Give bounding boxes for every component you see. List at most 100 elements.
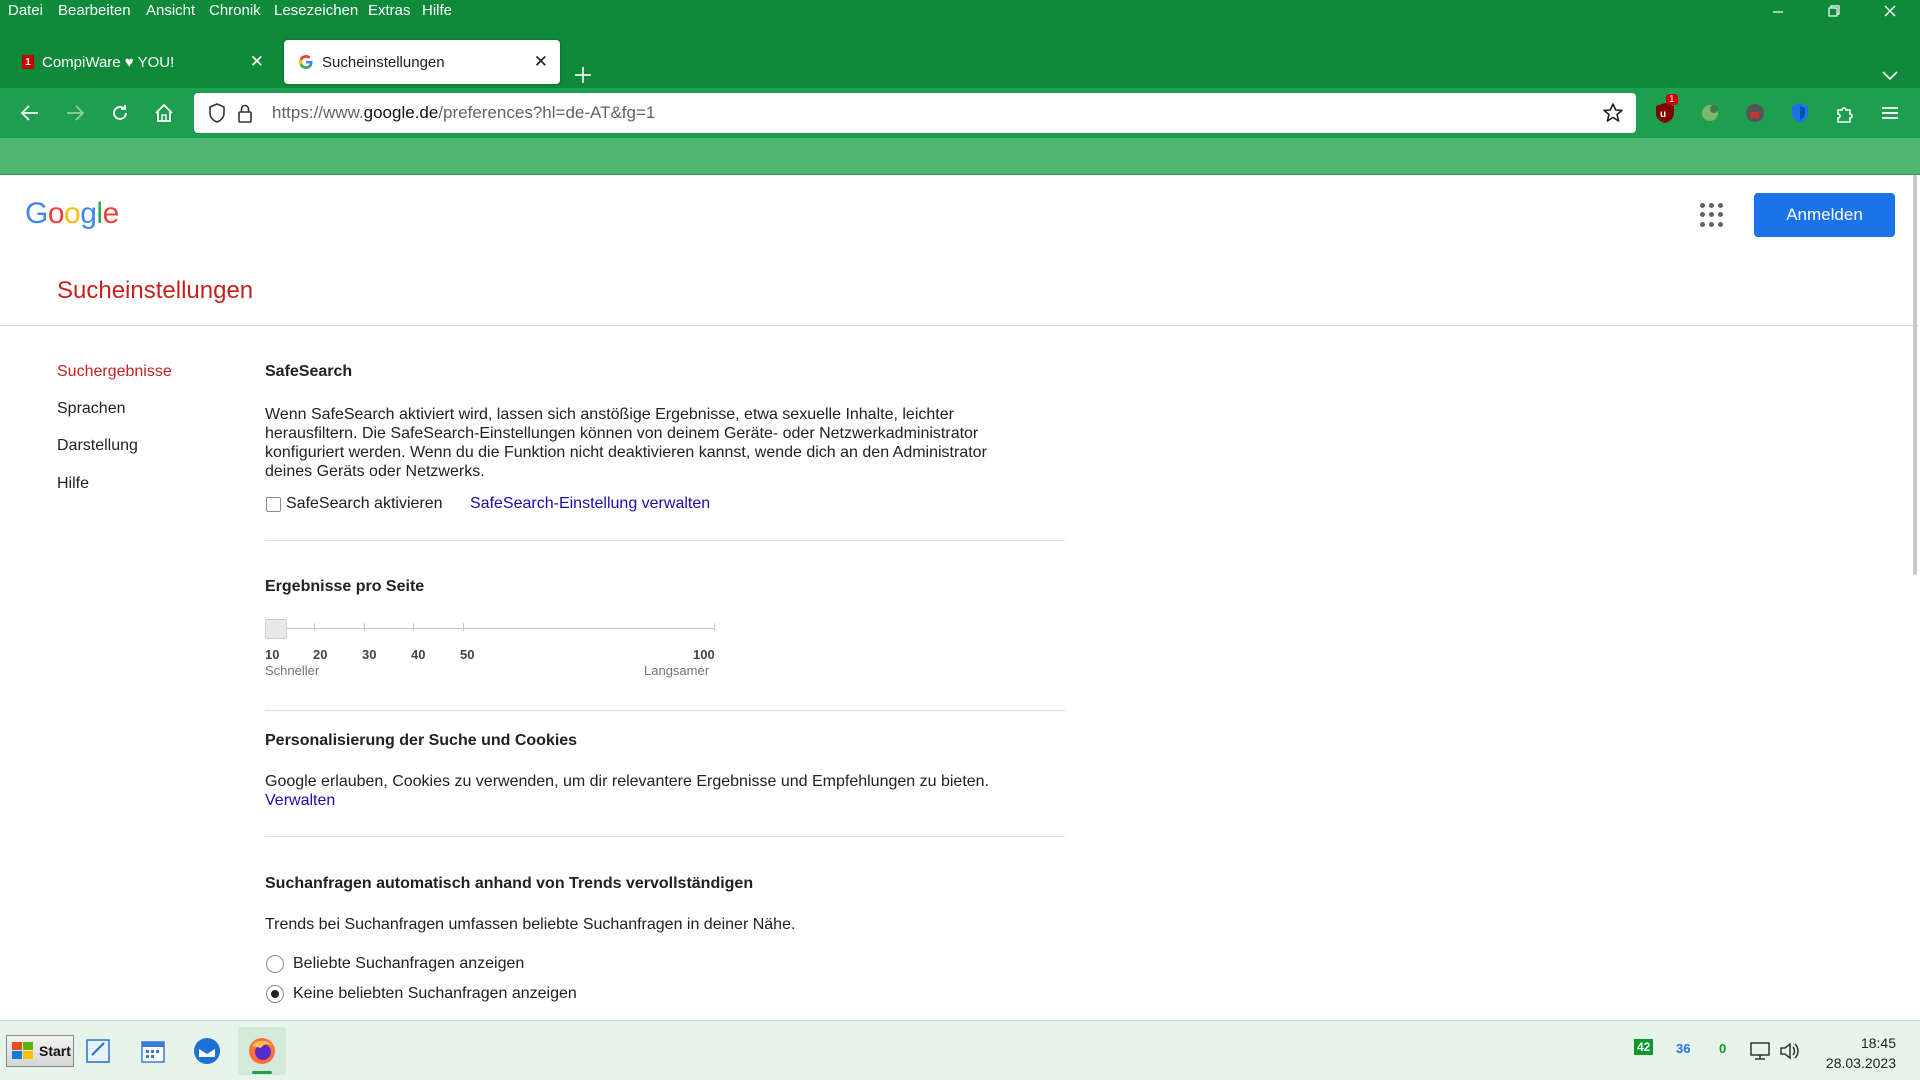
url-text[interactable]: https://www.google.de/preferences?hl=de-… [272, 103, 655, 123]
google-logo[interactable]: Google [25, 197, 119, 231]
radio-hide-trends[interactable] [266, 985, 284, 1003]
radio-show-trends[interactable] [266, 955, 284, 973]
extensions-puzzle-icon[interactable] [1832, 100, 1858, 126]
radio-hide-trends-label[interactable]: Keine beliebten Suchanfragen anzeigen [293, 985, 577, 1003]
tick-label: 20 [313, 647, 328, 662]
hamburger-menu-icon[interactable] [1877, 100, 1903, 126]
slower-label: Langsamer [644, 663, 710, 678]
logo-letter: G [25, 197, 48, 230]
google-favicon-icon [298, 54, 314, 70]
radio-show-trends-label[interactable]: Beliebte Suchanfragen anzeigen [293, 955, 524, 973]
results-per-page-heading: Ergebnisse pro Seite [265, 578, 425, 595]
safesearch-checkbox[interactable] [266, 497, 281, 512]
results-slider-thumb[interactable] [265, 619, 287, 639]
safesearch-checkbox-label[interactable]: SafeSearch aktivieren [286, 495, 443, 513]
reload-icon[interactable] [105, 98, 135, 128]
navigation-toolbar: https://www.google.de/preferences?hl=de-… [0, 88, 1920, 138]
tab-compiware[interactable]: 1 CompiWare ♥ YOU! ✕ [8, 40, 276, 84]
thunderbird-app-icon[interactable] [187, 1031, 227, 1071]
slider-tick [714, 623, 715, 631]
extension-puzzle-green-icon[interactable] [1697, 100, 1723, 126]
personalization-heading: Personalisierung der Suche und Cookies [265, 732, 578, 749]
nav-sprachen[interactable]: Sprachen [57, 400, 126, 418]
ublock-origin-icon[interactable]: u 1 [1652, 94, 1678, 126]
section-divider [265, 836, 1065, 837]
tab-close-icon[interactable]: ✕ [250, 52, 264, 72]
clock-time: 18:45 [1860, 1035, 1896, 1051]
system-clock[interactable]: 18:45 28.03.2023 [1816, 1033, 1896, 1073]
compiware-favicon-icon: 1 [22, 55, 34, 69]
minimize-icon[interactable] [1766, 4, 1790, 24]
nav-hilfe[interactable]: Hilfe [57, 475, 89, 493]
safesearch-desc-line: herausfiltern. Die SafeSearch-Einstellun… [265, 425, 979, 442]
start-button[interactable]: Start [6, 1035, 74, 1067]
safesearch-description: Wenn SafeSearch aktiviert wird, lassen s… [265, 405, 987, 481]
sign-in-button[interactable]: Anmelden [1754, 193, 1895, 237]
taskbar: Start 42 36 0 18:45 28.03.2023 [0, 1020, 1920, 1080]
personalization-text: Google erlauben, Cookies zu verwenden, u… [265, 773, 989, 790]
menu-extras[interactable]: Extras [368, 2, 411, 19]
slider-tick [413, 623, 414, 631]
tab-strip: 1 CompiWare ♥ YOU! ✕ Sucheinstellungen ✕ [0, 24, 1920, 88]
bookmarks-toolbar [0, 138, 1920, 175]
safesearch-desc-line: konfiguriert werden. Wenn du die Funktio… [265, 444, 987, 461]
section-divider [265, 710, 1065, 711]
menu-bar: Datei Bearbeiten Ansicht Chronik Lesezei… [0, 0, 1920, 24]
trends-heading: Suchanfragen automatisch anhand von Tren… [265, 875, 754, 892]
svg-text:u: u [1660, 109, 1666, 120]
firefox-app-icon[interactable] [242, 1031, 282, 1071]
tick-label: 10 [265, 647, 280, 662]
menu-lesezeichen[interactable]: Lesezeichen [274, 2, 358, 19]
tab-title: CompiWare ♥ YOU! [42, 53, 175, 71]
nav-suchergebnisse[interactable]: Suchergebnisse [57, 363, 172, 381]
tab-sucheinstellungen[interactable]: Sucheinstellungen ✕ [284, 40, 560, 84]
volume-icon[interactable] [1772, 1033, 1808, 1069]
notepad-app-icon[interactable] [78, 1031, 118, 1071]
bitwarden-shield-icon[interactable] [1787, 100, 1813, 126]
scrollbar[interactable] [1913, 175, 1917, 575]
new-tab-icon[interactable] [574, 62, 592, 88]
results-slider-track[interactable] [283, 628, 715, 629]
tab-title: Sucheinstellungen [322, 53, 445, 71]
tracking-protection-shield-icon[interactable] [204, 100, 230, 126]
privacy-mask-extension-icon[interactable] [1742, 100, 1768, 126]
logo-letter: g [80, 197, 97, 230]
restore-icon[interactable] [1822, 4, 1846, 24]
title-divider [0, 325, 1918, 326]
safesearch-desc-line: deines Geräts oder Netzwerks. [265, 463, 485, 480]
back-arrow-icon[interactable] [15, 98, 45, 128]
menu-chronik[interactable]: Chronik [209, 2, 261, 19]
personalization-manage-link[interactable]: Verwalten [265, 791, 335, 810]
clock-date: 28.03.2023 [1825, 1055, 1896, 1071]
slider-tick [463, 623, 464, 631]
forward-arrow-icon[interactable] [60, 98, 90, 128]
menu-hilfe[interactable]: Hilfe [422, 2, 452, 19]
url-bar[interactable]: https://www.google.de/preferences?hl=de-… [194, 93, 1636, 133]
safesearch-manage-link[interactable]: SafeSearch-Einstellung verwalten [470, 495, 710, 513]
padlock-icon[interactable] [232, 100, 258, 126]
logo-letter: e [102, 197, 120, 230]
tick-label: 50 [460, 647, 475, 662]
menu-datei[interactable]: Datei [8, 2, 43, 19]
menu-bearbeiten[interactable]: Bearbeiten [58, 2, 131, 19]
home-icon[interactable] [149, 98, 179, 128]
bookmark-star-icon[interactable] [1602, 102, 1624, 129]
close-window-icon[interactable] [1878, 4, 1902, 24]
tick-label: 40 [411, 647, 426, 662]
page-content: Google Anmelden Sucheinstellungen Sucher… [0, 175, 1920, 1020]
menu-ansicht[interactable]: Ansicht [146, 2, 195, 19]
trends-text: Trends bei Suchanfragen umfassen beliebt… [265, 916, 796, 933]
tray-green-zero[interactable]: 0 [1719, 1041, 1726, 1056]
tray-blue-counter[interactable]: 36 [1676, 1041, 1690, 1056]
calendar-app-icon[interactable] [133, 1031, 173, 1071]
faster-label: Schneller [265, 663, 320, 678]
nav-darstellung[interactable]: Darstellung [57, 437, 138, 455]
tick-label: 30 [362, 647, 377, 662]
tick-label: 100 [693, 647, 715, 662]
windows-logo-icon [11, 1040, 35, 1063]
firefox-running-indicator [252, 1071, 272, 1074]
google-apps-grid-icon[interactable] [1700, 203, 1724, 227]
tray-green-counter[interactable]: 42 [1634, 1039, 1654, 1055]
tab-close-icon[interactable]: ✕ [534, 52, 548, 72]
list-all-tabs-icon[interactable] [1882, 68, 1898, 86]
